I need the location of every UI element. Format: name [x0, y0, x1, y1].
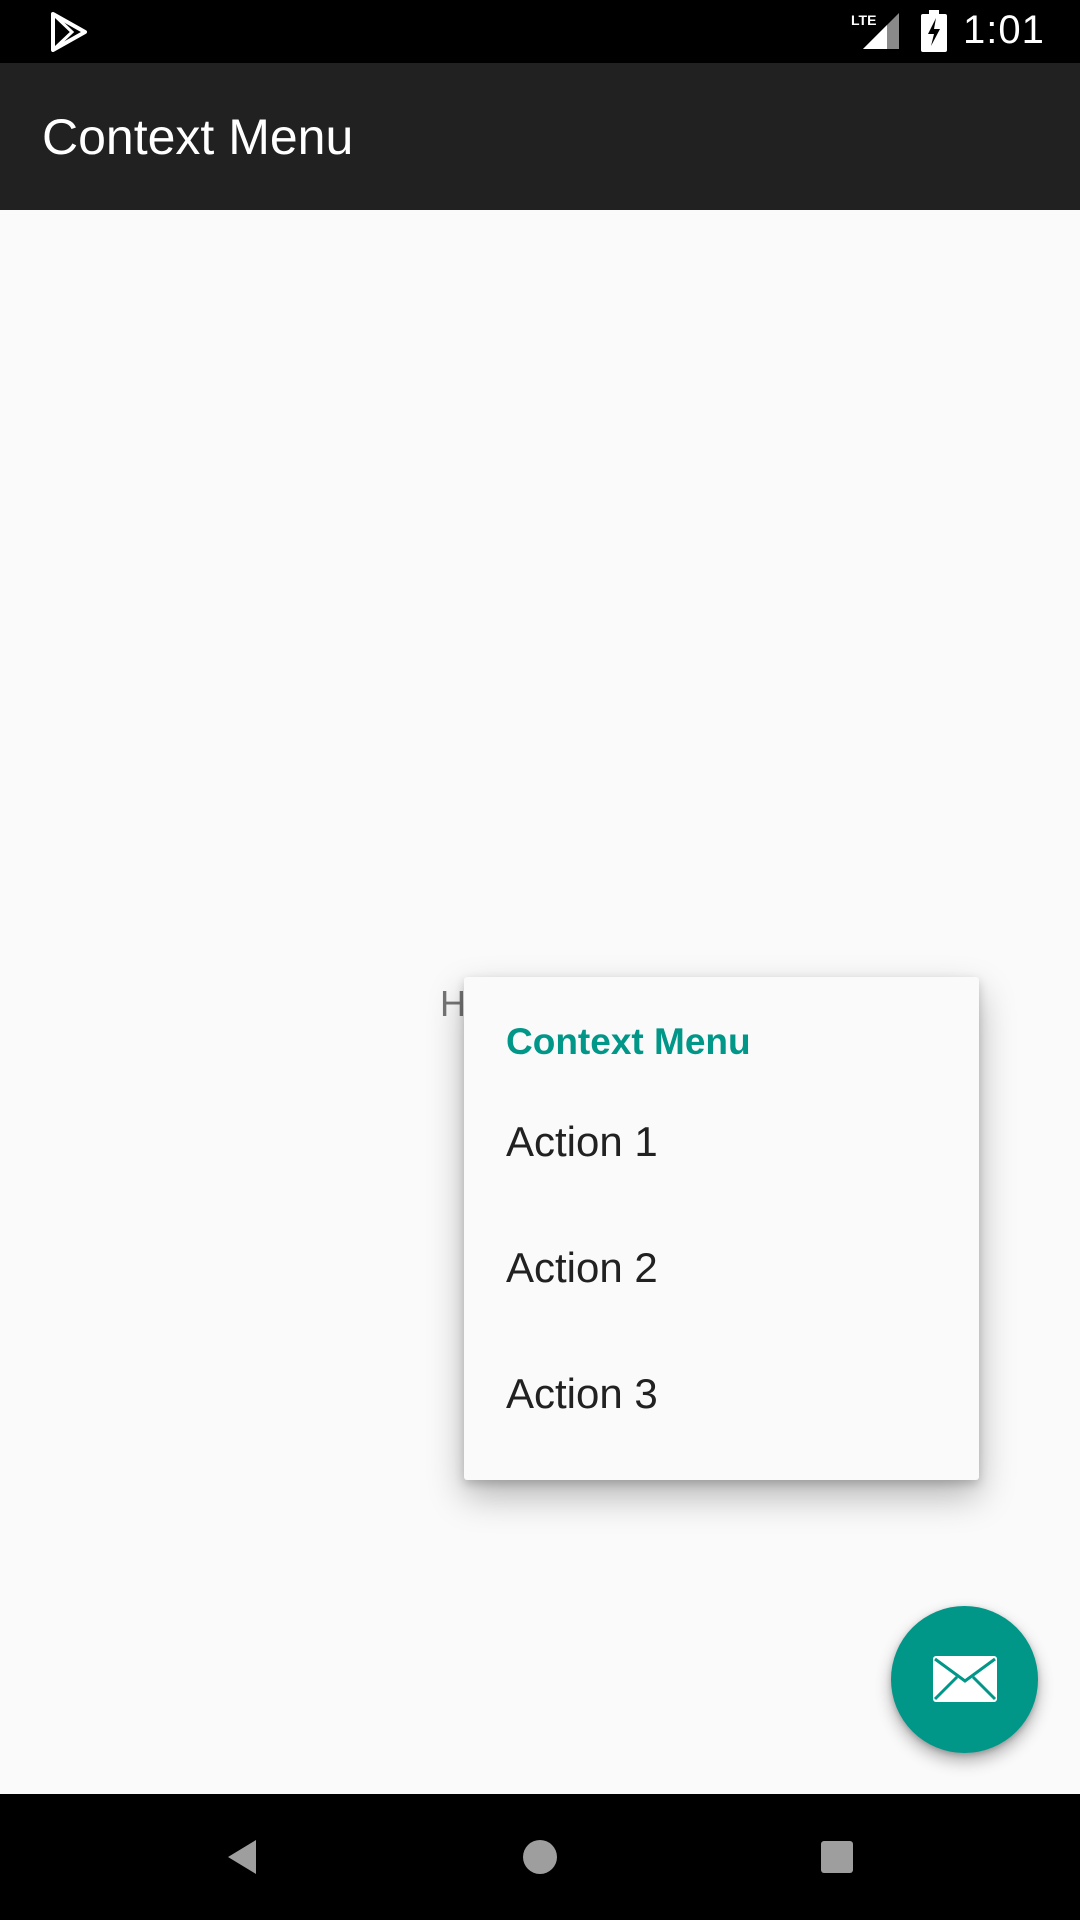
- context-menu-title: Context Menu: [506, 1021, 751, 1062]
- status-bar: LTE 1:01: [0, 0, 1080, 63]
- email-icon: [933, 1656, 997, 1702]
- battery-charging-icon: [921, 10, 947, 52]
- back-icon[interactable]: [216, 1832, 266, 1882]
- recents-icon[interactable]: [812, 1832, 862, 1882]
- play-store-icon: [51, 12, 87, 52]
- lte-signal-icon: LTE: [851, 12, 899, 49]
- status-time: 1:01: [963, 8, 1045, 52]
- context-menu: Context Menu Action 1 Action 2 Action 3: [464, 977, 979, 1480]
- home-icon[interactable]: [515, 1832, 565, 1882]
- menu-item-action-1[interactable]: Action 1: [464, 1079, 979, 1205]
- menu-item-action-2[interactable]: Action 2: [464, 1205, 979, 1331]
- svg-text:LTE: LTE: [851, 12, 876, 28]
- navigation-bar: [0, 1794, 1080, 1920]
- app-bar: Context Menu: [0, 63, 1080, 210]
- email-fab-button[interactable]: [891, 1606, 1038, 1753]
- main-content: H Context Menu Action 1 Action 2 Action …: [0, 210, 1080, 1794]
- hello-text[interactable]: H: [440, 983, 466, 1025]
- app-title: Context Menu: [42, 109, 354, 165]
- menu-item-action-3[interactable]: Action 3: [464, 1331, 979, 1457]
